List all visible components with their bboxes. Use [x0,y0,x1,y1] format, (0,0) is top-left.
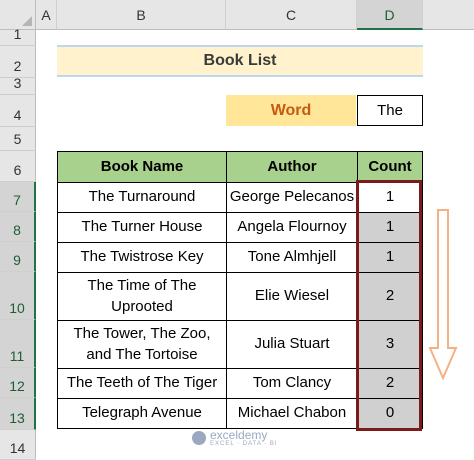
count-cell[interactable]: 2 [357,368,423,399]
column-header-e[interactable] [423,0,474,30]
row-header-8[interactable]: 8 [0,212,36,242]
book-name-cell[interactable]: The Teeth of The Tiger [57,368,227,399]
watermark: exceldemy EXCEL · DATA · BI [192,429,278,447]
row-header-13[interactable]: 13 [0,398,36,430]
column-header-c[interactable]: C [226,0,357,30]
row-header-7[interactable]: 7 [0,182,36,212]
column-header-d[interactable]: D [357,0,423,30]
row-header-9[interactable]: 9 [0,242,36,272]
author-cell[interactable]: Tone Almhjell [226,242,358,273]
author-cell[interactable]: George Pelecanos [226,182,358,213]
count-cell[interactable]: 1 [357,182,423,213]
row-header-14[interactable]: 14 [0,430,36,460]
word-value-cell[interactable]: The [357,95,423,126]
row-header-12[interactable]: 12 [0,368,36,398]
book-name-cell[interactable]: The Tower, The Zoo, and The Tortoise [57,320,227,369]
book-name-cell[interactable]: The Turnaround [57,182,227,213]
count-cell[interactable]: 1 [357,242,423,273]
author-cell[interactable]: Julia Stuart [226,320,358,369]
watermark-tagline: EXCEL · DATA · BI [210,441,278,447]
exceldemy-logo-icon [192,431,206,445]
count-cell[interactable]: 0 [357,398,423,429]
author-header[interactable]: Author [226,151,358,183]
row-header-5[interactable]: 5 [0,127,36,151]
book-name-cell[interactable]: The Time of The Uprooted [57,272,227,321]
book-name-cell[interactable]: Telegraph Avenue [57,398,227,429]
row-header-2[interactable]: 2 [0,46,36,78]
title-cell[interactable]: Book List [57,45,423,77]
row-header-6[interactable]: 6 [0,151,36,182]
author-cell[interactable]: Tom Clancy [226,368,358,399]
author-cell[interactable]: Michael Chabon [226,398,358,429]
row-header-11[interactable]: 11 [0,320,36,368]
watermark-name: exceldemy [210,428,268,442]
count-cell[interactable]: 2 [357,272,423,321]
count-cell[interactable]: 3 [357,320,423,369]
author-cell[interactable]: Elie Wiesel [226,272,358,321]
book-name-cell[interactable]: The Twistrose Key [57,242,227,273]
row-header-10[interactable]: 10 [0,272,36,320]
down-arrow-icon [428,209,458,380]
column-header-a[interactable]: A [36,0,57,30]
count-cell[interactable]: 1 [357,212,423,243]
select-all-triangle-icon [22,16,32,26]
count-header[interactable]: Count [357,151,423,183]
row-header-3[interactable]: 3 [0,75,36,95]
book-name-header[interactable]: Book Name [57,151,227,183]
row-header-4[interactable]: 4 [0,95,36,127]
book-name-cell[interactable]: The Turner House [57,212,227,243]
word-label-cell[interactable]: Word [226,95,356,126]
row-header-1[interactable]: 1 [0,26,36,46]
author-cell[interactable]: Angela Flournoy [226,212,358,243]
column-header-b[interactable]: B [57,0,226,30]
